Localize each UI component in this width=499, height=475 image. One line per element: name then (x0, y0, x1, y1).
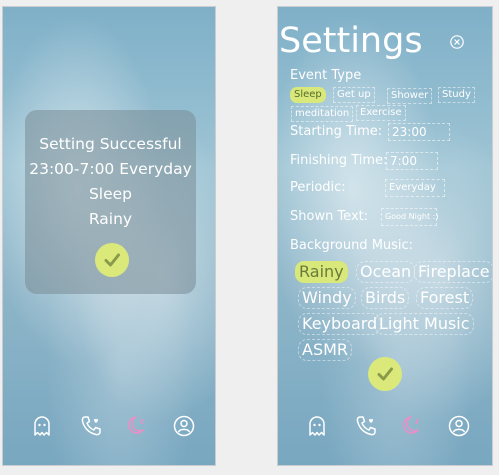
success-music: Rainy (88, 210, 133, 228)
nav-moon[interactable] (124, 413, 150, 439)
event-study-chip[interactable]: Study (438, 87, 475, 103)
ghost-icon (309, 416, 325, 436)
shown-text-input[interactable]: Good Night :) (381, 208, 438, 226)
nav-ghost[interactable] (304, 413, 330, 439)
event-meditation-chip[interactable]: meditation (291, 106, 354, 122)
music-asmr[interactable]: ASMR (298, 339, 353, 361)
music-rainy[interactable]: Rainy (295, 261, 348, 283)
background-music-label: Background Music: (290, 238, 414, 253)
event-sleep-chip[interactable]: Sleep (290, 87, 326, 103)
nav-moon[interactable] (399, 413, 425, 439)
settings-screen: Settings Event Type Sleep Get up Shower … (277, 6, 493, 466)
music-birds[interactable]: Birds (361, 287, 410, 309)
phone-heart-icon (81, 416, 101, 436)
moon-icon (403, 416, 420, 434)
music-light-music[interactable]: Light Music (375, 313, 474, 335)
close-button[interactable] (450, 34, 464, 49)
finishing-time-label: Finishing Time: (290, 153, 388, 168)
event-getup-chip[interactable]: Get up (333, 87, 375, 103)
success-event: Sleep (88, 185, 133, 203)
periodic-select[interactable]: Everyday (385, 179, 445, 197)
close-icon (450, 35, 464, 49)
music-keyboard[interactable]: Keyboard (298, 313, 382, 335)
bottom-nav (278, 413, 492, 439)
phone-heart-icon (356, 416, 376, 436)
shown-text-label: Shown Text: (290, 209, 369, 224)
music-ocean[interactable]: Ocean (356, 261, 416, 283)
nav-phone[interactable] (78, 413, 104, 439)
moon-icon (128, 416, 145, 434)
success-card: Setting Successful 23:00-7:00 Everyday S… (25, 110, 196, 294)
check-icon (377, 367, 393, 381)
bottom-nav (3, 413, 215, 439)
starting-time-input[interactable]: 23:00 (388, 123, 450, 141)
success-title: Setting Successful (39, 135, 182, 153)
event-shower-chip[interactable]: Shower (387, 88, 433, 104)
music-windy[interactable]: Windy (298, 287, 356, 309)
save-check-button[interactable] (368, 357, 402, 391)
periodic-label: Periodic: (290, 180, 346, 195)
event-type-label: Event Type (290, 68, 362, 83)
music-fireplace[interactable]: Fireplace (414, 261, 492, 283)
nav-phone[interactable] (353, 413, 379, 439)
nav-user[interactable] (446, 413, 472, 439)
nav-user[interactable] (171, 413, 197, 439)
finishing-time-input[interactable]: 7:00 (386, 152, 438, 170)
ghost-icon (34, 416, 50, 436)
user-icon (448, 415, 470, 437)
confirm-check-button[interactable] (95, 243, 129, 277)
page-title: Settings (279, 21, 423, 61)
event-exercise-chip[interactable]: Exercise (356, 105, 406, 121)
nav-ghost[interactable] (29, 413, 55, 439)
user-icon (173, 415, 195, 437)
success-screen: Setting Successful 23:00-7:00 Everyday S… (2, 6, 216, 466)
check-icon (104, 253, 120, 267)
music-forest[interactable]: Forest (416, 287, 474, 309)
starting-time-label: Starting Time: (290, 124, 383, 139)
success-time-range: 23:00-7:00 Everyday (29, 160, 192, 178)
